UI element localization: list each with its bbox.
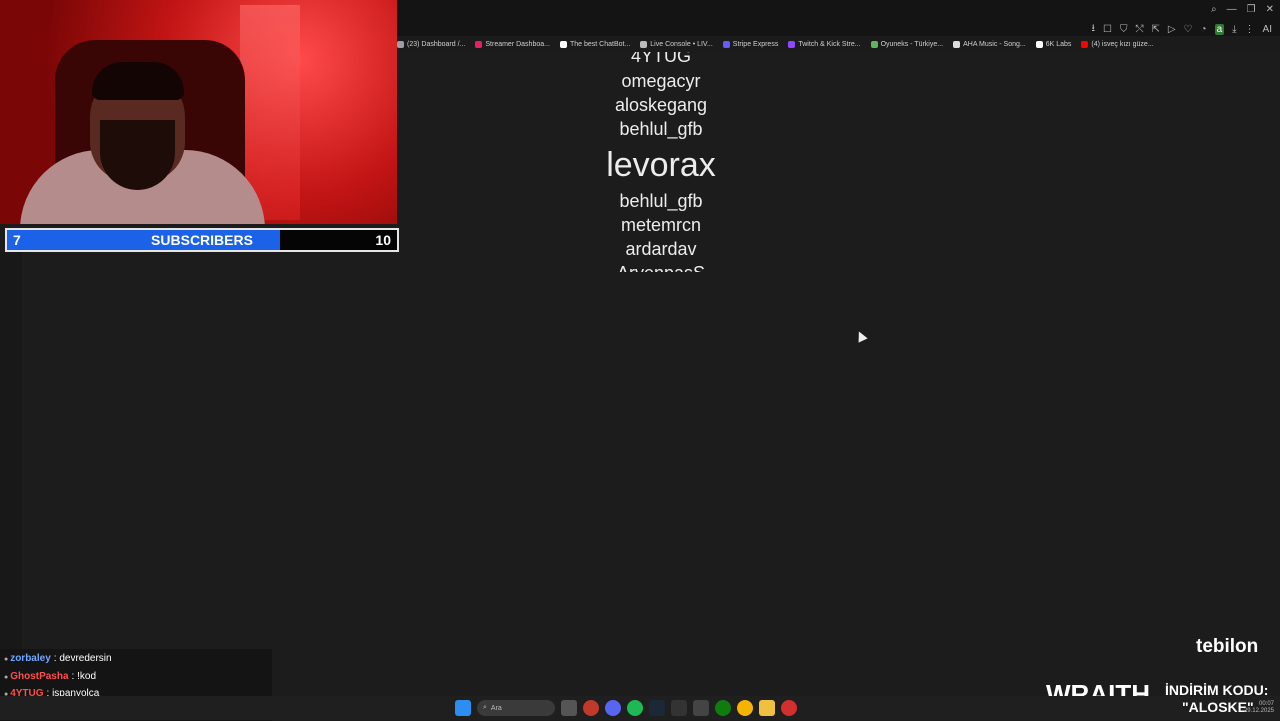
subscriber-goal-label: SUBSCRIBERS: [151, 232, 253, 248]
bookmark-label: Streamer Dashboa...: [485, 40, 550, 48]
bookmarks-bar: (23) Dashboard /... Streamer Dashboa... Th…: [397, 36, 1280, 52]
shield-icon[interactable]: ⛉: [1120, 24, 1128, 35]
subscriber-current: 7: [13, 232, 21, 248]
restore-icon[interactable]: ❐: [1247, 4, 1256, 15]
left-panel: [0, 252, 22, 652]
bookmark-favicon-icon: [788, 40, 796, 48]
taskbar-search[interactable]: ⌕ Ara: [477, 700, 555, 716]
sponsor-logo: tebilon: [1196, 636, 1259, 657]
xbox-icon[interactable]: [715, 700, 731, 716]
name-entry: omegacyr: [621, 71, 701, 91]
bookmark-item[interactable]: 6K Labs: [1035, 40, 1072, 48]
epic-games-icon[interactable]: [671, 700, 687, 716]
opera-icon[interactable]: [583, 700, 599, 716]
name-entry: metemrcn: [620, 215, 701, 235]
search-icon: ⌕: [483, 704, 487, 711]
folder-icon[interactable]: [759, 700, 775, 716]
bookmark-label: Twitch & Kick Stre...: [798, 40, 861, 48]
webcam-feed: [0, 0, 397, 224]
chat-message: ● zorbaley: devredersin: [4, 653, 112, 664]
bookmark-favicon-icon: [722, 40, 730, 48]
windows-start-icon[interactable]: [455, 700, 471, 716]
name-entry: behlul_gfb: [619, 119, 703, 139]
bookmark-favicon-icon: [1035, 40, 1043, 48]
ai-button[interactable]: AI: [1263, 24, 1272, 35]
bookmark-item[interactable]: Twitch & Kick Stre...: [788, 40, 861, 48]
bookmark-label: Live Console • LIV...: [650, 40, 713, 48]
clock-date: 29.12.2025: [1243, 708, 1274, 714]
clock-time: 00:07: [1258, 701, 1274, 707]
chrome-icon[interactable]: [737, 700, 753, 716]
system-tray-clock: 00:07 29.12.2025: [1244, 701, 1274, 715]
task-view-icon[interactable]: [561, 700, 577, 716]
bookmark-label: AHA Music - Song...: [963, 40, 1026, 48]
bookmark-favicon-icon: [397, 40, 404, 48]
browser-title-bar: ⭳ ☐ ⛉ ⤲ ⇱ ▷ ♡ ◔ a ⤓ ⋮ AI ⌕ — ❐ ✕: [397, 0, 1280, 36]
bookmark-favicon-icon: [953, 40, 961, 48]
bookmark-label: Stripe Express: [732, 40, 779, 48]
chat-text: : devredersin: [53, 653, 112, 664]
menu-icon[interactable]: ⋮: [1245, 24, 1255, 35]
bookmark-favicon-icon: [1081, 40, 1089, 48]
bookmark-item[interactable]: (23) Dashboard /...: [397, 40, 466, 48]
bookmark-item[interactable]: (4) isveç kızı güze...: [1081, 40, 1154, 48]
bookmark-label: (23) Dashboard /...: [407, 40, 466, 48]
translate-icon[interactable]: ⤲: [1135, 24, 1143, 35]
bookmark-label: The best ChatBot...: [569, 40, 631, 48]
streamer-hair: [92, 62, 184, 100]
name-wheel: 4YTUG omegacyr aloskegang behlul_gfb levor…: [561, 52, 761, 272]
extension-icon[interactable]: a: [1214, 24, 1225, 35]
bookmark-favicon-icon: [640, 40, 648, 48]
close-icon[interactable]: ✕: [1266, 4, 1274, 15]
discord-icon[interactable]: [605, 700, 621, 716]
bookmark-item[interactable]: The best ChatBot...: [559, 40, 631, 48]
bookmark-item[interactable]: Oyuneks - Türkiye...: [870, 40, 944, 48]
steam-icon[interactable]: [649, 700, 665, 716]
bookmark-item[interactable]: Streamer Dashboa...: [475, 40, 550, 48]
spotify-icon[interactable]: [627, 700, 643, 716]
bookmark-favicon-icon: [559, 40, 567, 48]
mouse-cursor: [854, 329, 868, 343]
app-icon[interactable]: [693, 700, 709, 716]
bookmark-item[interactable]: Live Console • LIV...: [640, 40, 713, 48]
chat-text: : !kod: [71, 670, 97, 682]
bookmark-label: (4) isveç kızı güze...: [1091, 40, 1154, 48]
subscriber-target: 10: [375, 232, 391, 248]
subscriber-goal-bar: SUBSCRIBERS 7 10: [5, 228, 399, 252]
bookmark-icon[interactable]: ☐: [1103, 24, 1112, 35]
obs-icon[interactable]: [781, 700, 797, 716]
taskbar-icons: ⌕ Ara: [455, 700, 797, 716]
window-controls: ⌕ — ❐ ✕: [1211, 4, 1274, 15]
minimize-icon[interactable]: —: [1227, 4, 1237, 15]
name-entry: behlul_gfb: [619, 191, 703, 211]
bookmark-item[interactable]: AHA Music - Song...: [953, 40, 1026, 48]
bookmark-label: Oyuneks - Türkiye...: [880, 40, 944, 48]
chat-username: zorbaley: [10, 653, 51, 664]
heart-icon[interactable]: ♡: [1184, 24, 1193, 35]
name-partial-top: 4YTUG: [630, 52, 691, 66]
name-entry: ArvenpasS: [561, 261, 761, 272]
downloads-icon[interactable]: ⤓: [1232, 24, 1236, 35]
name-entry: ardardav: [625, 239, 697, 259]
taskbar: ⌕ Ara "ALOSKE" 00:07 29.12.2025: [0, 696, 1280, 720]
name-entry: aloskegang: [614, 95, 708, 115]
share-icon[interactable]: ⇱: [1151, 24, 1159, 35]
chat-username: GhostPasha: [10, 670, 69, 682]
bookmark-favicon-icon: [870, 40, 878, 48]
bookmark-label: 6K Labs: [1045, 40, 1072, 48]
name-selected: levorax: [606, 146, 716, 184]
chat-icon[interactable]: ◔: [1201, 24, 1207, 35]
chat-message: ● GhostPasha: !kod: [4, 671, 96, 682]
play-icon[interactable]: ▷: [1168, 24, 1176, 35]
search-icon[interactable]: ⌕: [1211, 4, 1217, 15]
search-placeholder: Ara: [490, 704, 502, 712]
bookmark-favicon-icon: [475, 40, 483, 48]
promo-code: "ALOSKE": [1182, 699, 1254, 715]
bookmark-item[interactable]: Stripe Express: [722, 40, 779, 48]
